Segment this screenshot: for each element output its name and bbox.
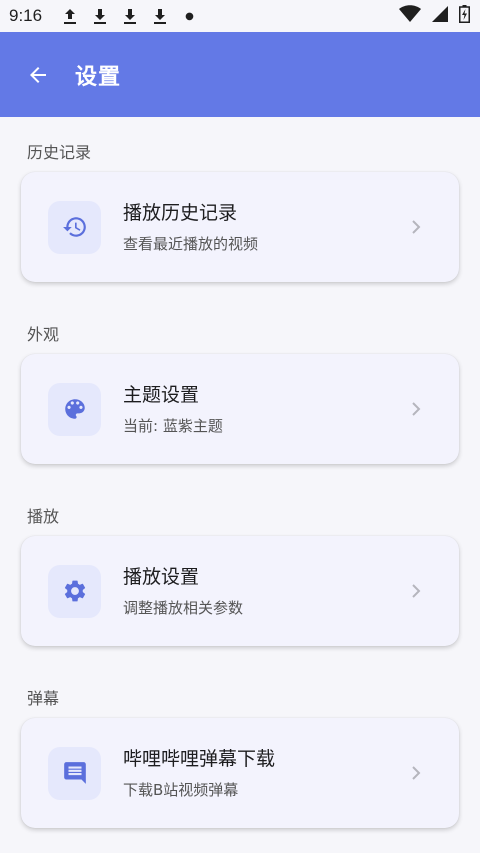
section-header-appearance: 外观: [27, 325, 60, 344]
upload-icon: [61, 8, 78, 25]
theme-card[interactable]: 主题设置 当前: 蓝紫主题: [21, 354, 459, 464]
history-card[interactable]: 播放历史记录 查看最近播放的视频: [21, 172, 459, 282]
app-bar: 设置: [0, 32, 480, 117]
chevron-right-icon: [409, 582, 423, 600]
section-header-history: 历史记录: [27, 143, 92, 162]
playback-card-subtitle: 调整播放相关参数: [123, 599, 244, 617]
palette-icon: [64, 399, 85, 419]
section-header-danmaku: 弹幕: [27, 689, 60, 708]
download-icon: [121, 8, 138, 25]
chevron-right-icon: [409, 400, 423, 418]
history-icon-container: [48, 200, 101, 254]
palette-icon-container: [48, 382, 101, 436]
status-right: [399, 5, 470, 27]
back-button[interactable]: [22, 59, 54, 91]
theme-card-title: 主题设置: [123, 384, 200, 406]
playback-card-title: 播放设置: [123, 566, 200, 588]
arrow-back-icon: [30, 66, 46, 83]
download-icon: [151, 8, 168, 25]
signal-icon: [431, 5, 449, 27]
playback-card[interactable]: 播放设置 调整播放相关参数: [21, 536, 459, 646]
status-bar: 9:16 ●: [0, 0, 480, 32]
gear-icon-container: [48, 564, 101, 618]
dot-icon: ●: [185, 10, 194, 22]
danmaku-card-title: 哔哩哔哩弹幕下载: [123, 748, 276, 770]
theme-card-subtitle: 当前: 蓝紫主题: [123, 417, 223, 435]
gear-icon: [64, 580, 85, 602]
chevron-right-icon: [409, 218, 423, 236]
history-card-text: 播放历史记录 查看最近播放的视频: [123, 200, 409, 254]
wifi-icon: [399, 5, 421, 27]
comment-icon: [63, 762, 86, 784]
danmaku-card-subtitle: 下载B站视频弹幕: [123, 781, 239, 799]
download-icon: [91, 8, 108, 25]
history-icon: [62, 217, 86, 237]
status-left: 9:16 ●: [9, 6, 194, 26]
comment-icon-container: [48, 746, 101, 800]
danmaku-card-text: 哔哩哔哩弹幕下载 下载B站视频弹幕: [123, 746, 409, 800]
section-header-playback: 播放: [27, 507, 60, 526]
theme-card-text: 主题设置 当前: 蓝紫主题: [123, 382, 409, 436]
playback-card-text: 播放设置 调整播放相关参数: [123, 564, 409, 618]
status-time: 9:16: [9, 6, 43, 25]
page-title: 设置: [75, 63, 122, 89]
history-card-subtitle: 查看最近播放的视频: [123, 235, 259, 253]
history-card-title: 播放历史记录: [123, 202, 238, 224]
chevron-right-icon: [409, 764, 423, 782]
danmaku-card[interactable]: 哔哩哔哩弹幕下载 下载B站视频弹幕: [21, 718, 459, 828]
settings-list: 历史记录 播放历史记录 查看最近播放的视频 外观 主题设置 当前: 蓝紫主题 播…: [0, 117, 480, 828]
battery-icon: [459, 5, 470, 27]
